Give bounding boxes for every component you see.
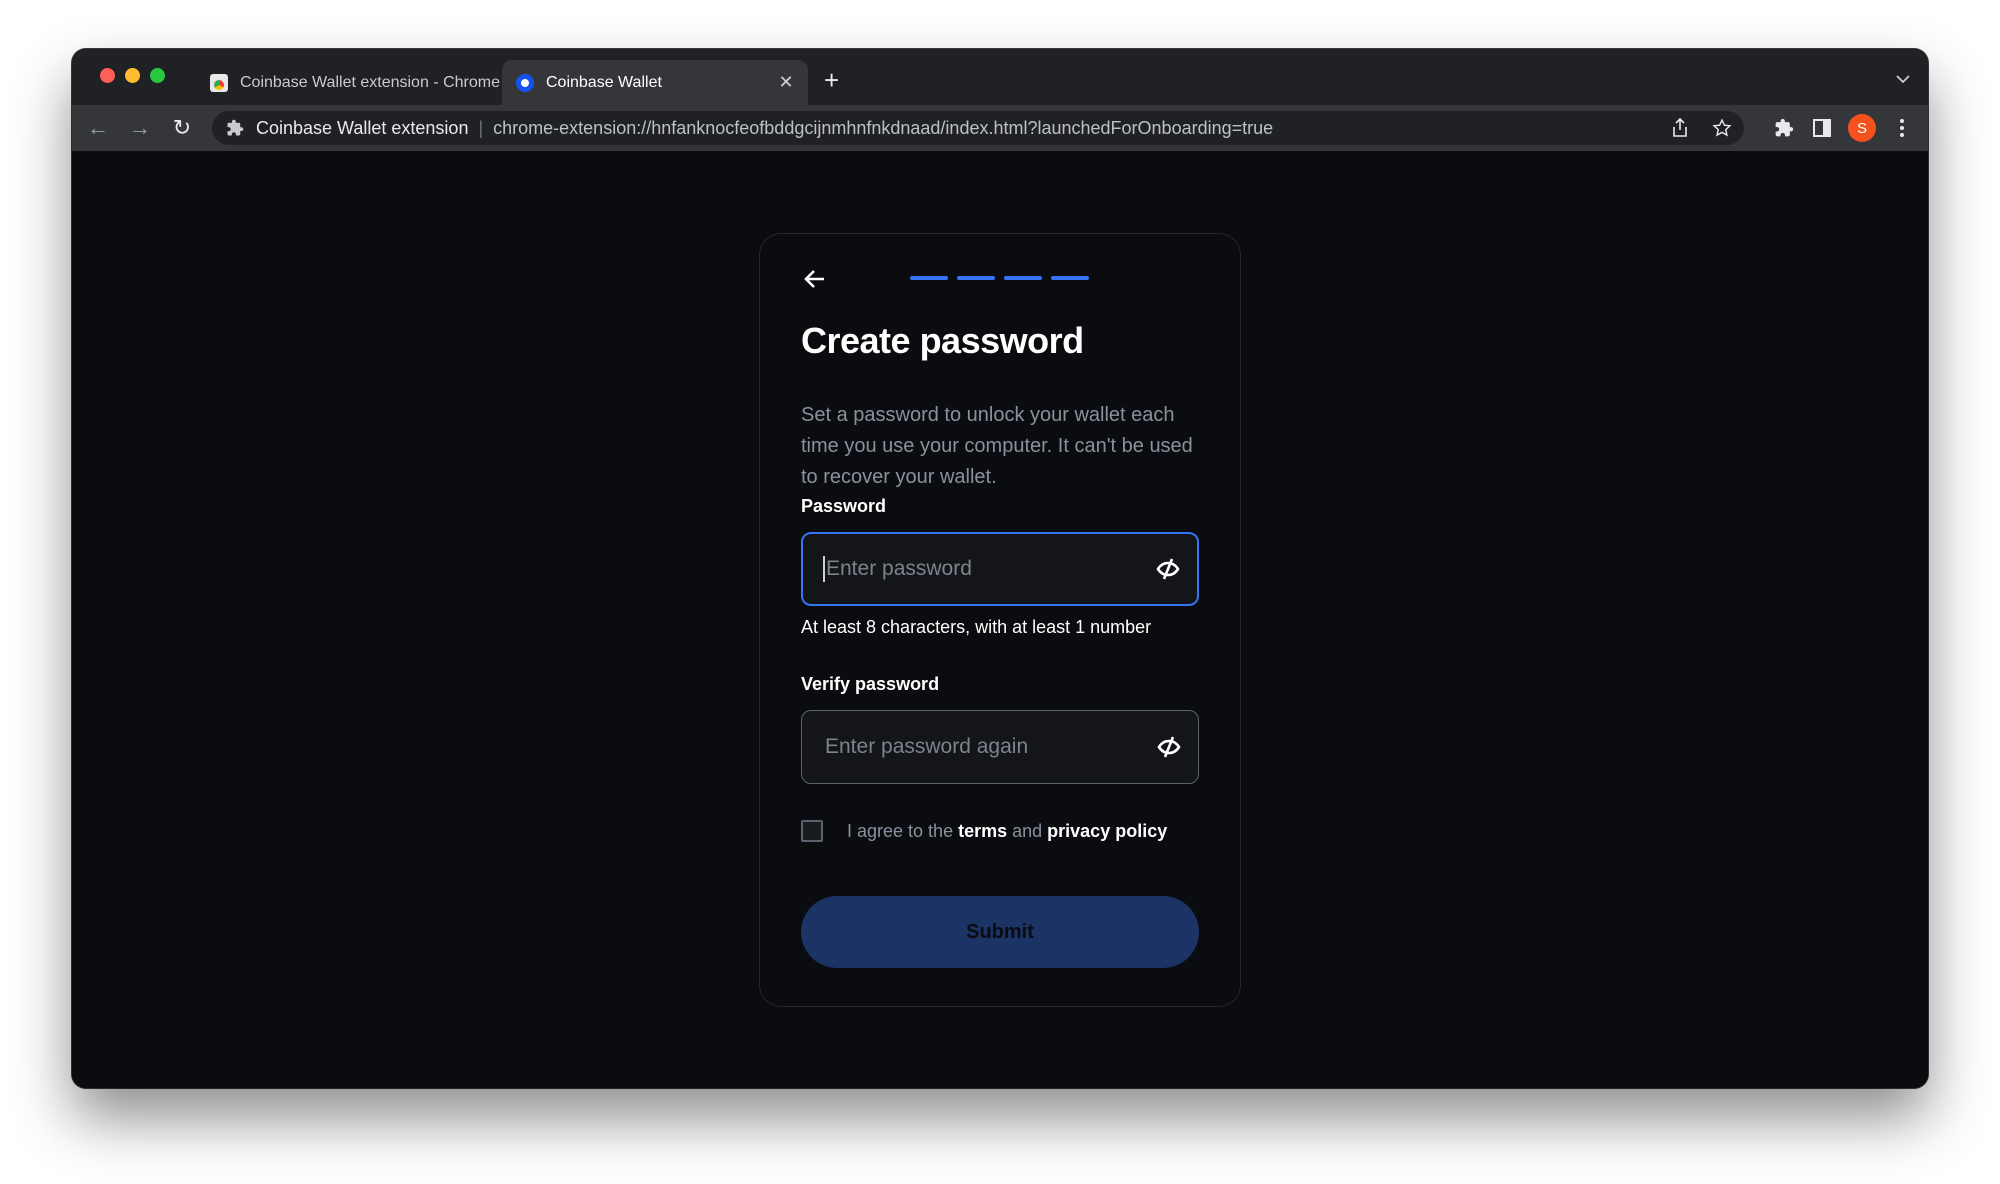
more-menu-icon[interactable] — [1890, 116, 1914, 140]
url-text[interactable]: chrome-extension://hnfanknocfeofbddgcijn… — [493, 118, 1273, 139]
back-arrow-icon[interactable] — [802, 266, 828, 292]
toggle-visibility-eye-off-icon[interactable] — [1156, 734, 1182, 760]
onboarding-progress — [910, 276, 1089, 280]
privacy-policy-link[interactable]: privacy policy — [1047, 821, 1167, 841]
share-icon[interactable] — [1668, 116, 1692, 140]
chrome-web-store-icon — [210, 73, 228, 92]
page-content: Create password Set a password to unlock… — [72, 151, 1928, 1088]
password-field[interactable] — [801, 532, 1199, 606]
extensions-puzzle-icon[interactable] — [1772, 116, 1796, 140]
forward-button[interactable]: → — [126, 114, 154, 142]
browser-window: Coinbase Wallet extension - Chrome Web S… — [72, 49, 1928, 1088]
password-label: Password — [801, 496, 887, 516]
password-input[interactable] — [823, 556, 1155, 582]
tab-coinbase-wallet[interactable]: Coinbase Wallet ✕ — [502, 60, 808, 105]
toggle-visibility-eye-off-icon[interactable] — [1155, 556, 1181, 582]
verify-password-label: Verify password — [801, 674, 940, 694]
side-panel-icon[interactable] — [1810, 116, 1834, 140]
terms-link[interactable]: terms — [958, 821, 1007, 841]
extension-puzzle-icon — [226, 119, 244, 137]
page-description: Set a password to unlock your wallet eac… — [801, 404, 1193, 488]
close-tab-icon[interactable]: ✕ — [778, 72, 794, 93]
site-label: Coinbase Wallet extension — [256, 117, 469, 138]
tab-strip: Coinbase Wallet extension - Chrome Web S… — [72, 49, 1928, 105]
create-password-card: Create password Set a password to unlock… — [759, 233, 1241, 1007]
address-separator: | — [478, 117, 484, 138]
agree-checkbox[interactable] — [801, 820, 823, 842]
back-button[interactable]: ← — [84, 114, 112, 142]
password-hint: At least 8 characters, with at least 1 n… — [801, 617, 1152, 637]
tab-title: Coinbase Wallet — [546, 73, 662, 91]
agreement-text: I agree to the terms and privacy policy — [847, 821, 1167, 842]
coinbase-wallet-icon — [516, 73, 534, 92]
progress-step — [910, 276, 948, 280]
tab-search-chevron-icon[interactable] — [1896, 71, 1910, 87]
progress-step — [1004, 276, 1042, 280]
progress-step — [1051, 276, 1089, 280]
verify-password-field[interactable] — [801, 710, 1199, 784]
agreement-row: I agree to the terms and privacy policy — [801, 820, 1167, 842]
reload-button[interactable]: ↻ — [168, 114, 196, 142]
new-tab-button[interactable]: + — [824, 67, 839, 93]
agreement-middle: and — [1007, 820, 1048, 841]
profile-avatar[interactable]: S — [1848, 114, 1876, 142]
submit-button[interactable]: Submit — [801, 896, 1199, 968]
bookmark-star-icon[interactable] — [1710, 116, 1734, 140]
browser-toolbar: ← → ↻ Coinbase Wallet extension | chrome… — [72, 105, 1928, 151]
agreement-prefix: I agree to the — [847, 820, 959, 841]
page-title: Create password — [801, 320, 1084, 361]
close-window-button[interactable] — [100, 68, 115, 83]
minimize-window-button[interactable] — [125, 68, 140, 83]
verify-password-input[interactable] — [823, 734, 1156, 760]
maximize-window-button[interactable] — [150, 68, 165, 83]
tab-title: Coinbase Wallet extension - Chrome Web S… — [240, 73, 538, 91]
progress-step — [957, 276, 995, 280]
address-bar[interactable]: Coinbase Wallet extension | chrome-exten… — [212, 111, 1744, 145]
